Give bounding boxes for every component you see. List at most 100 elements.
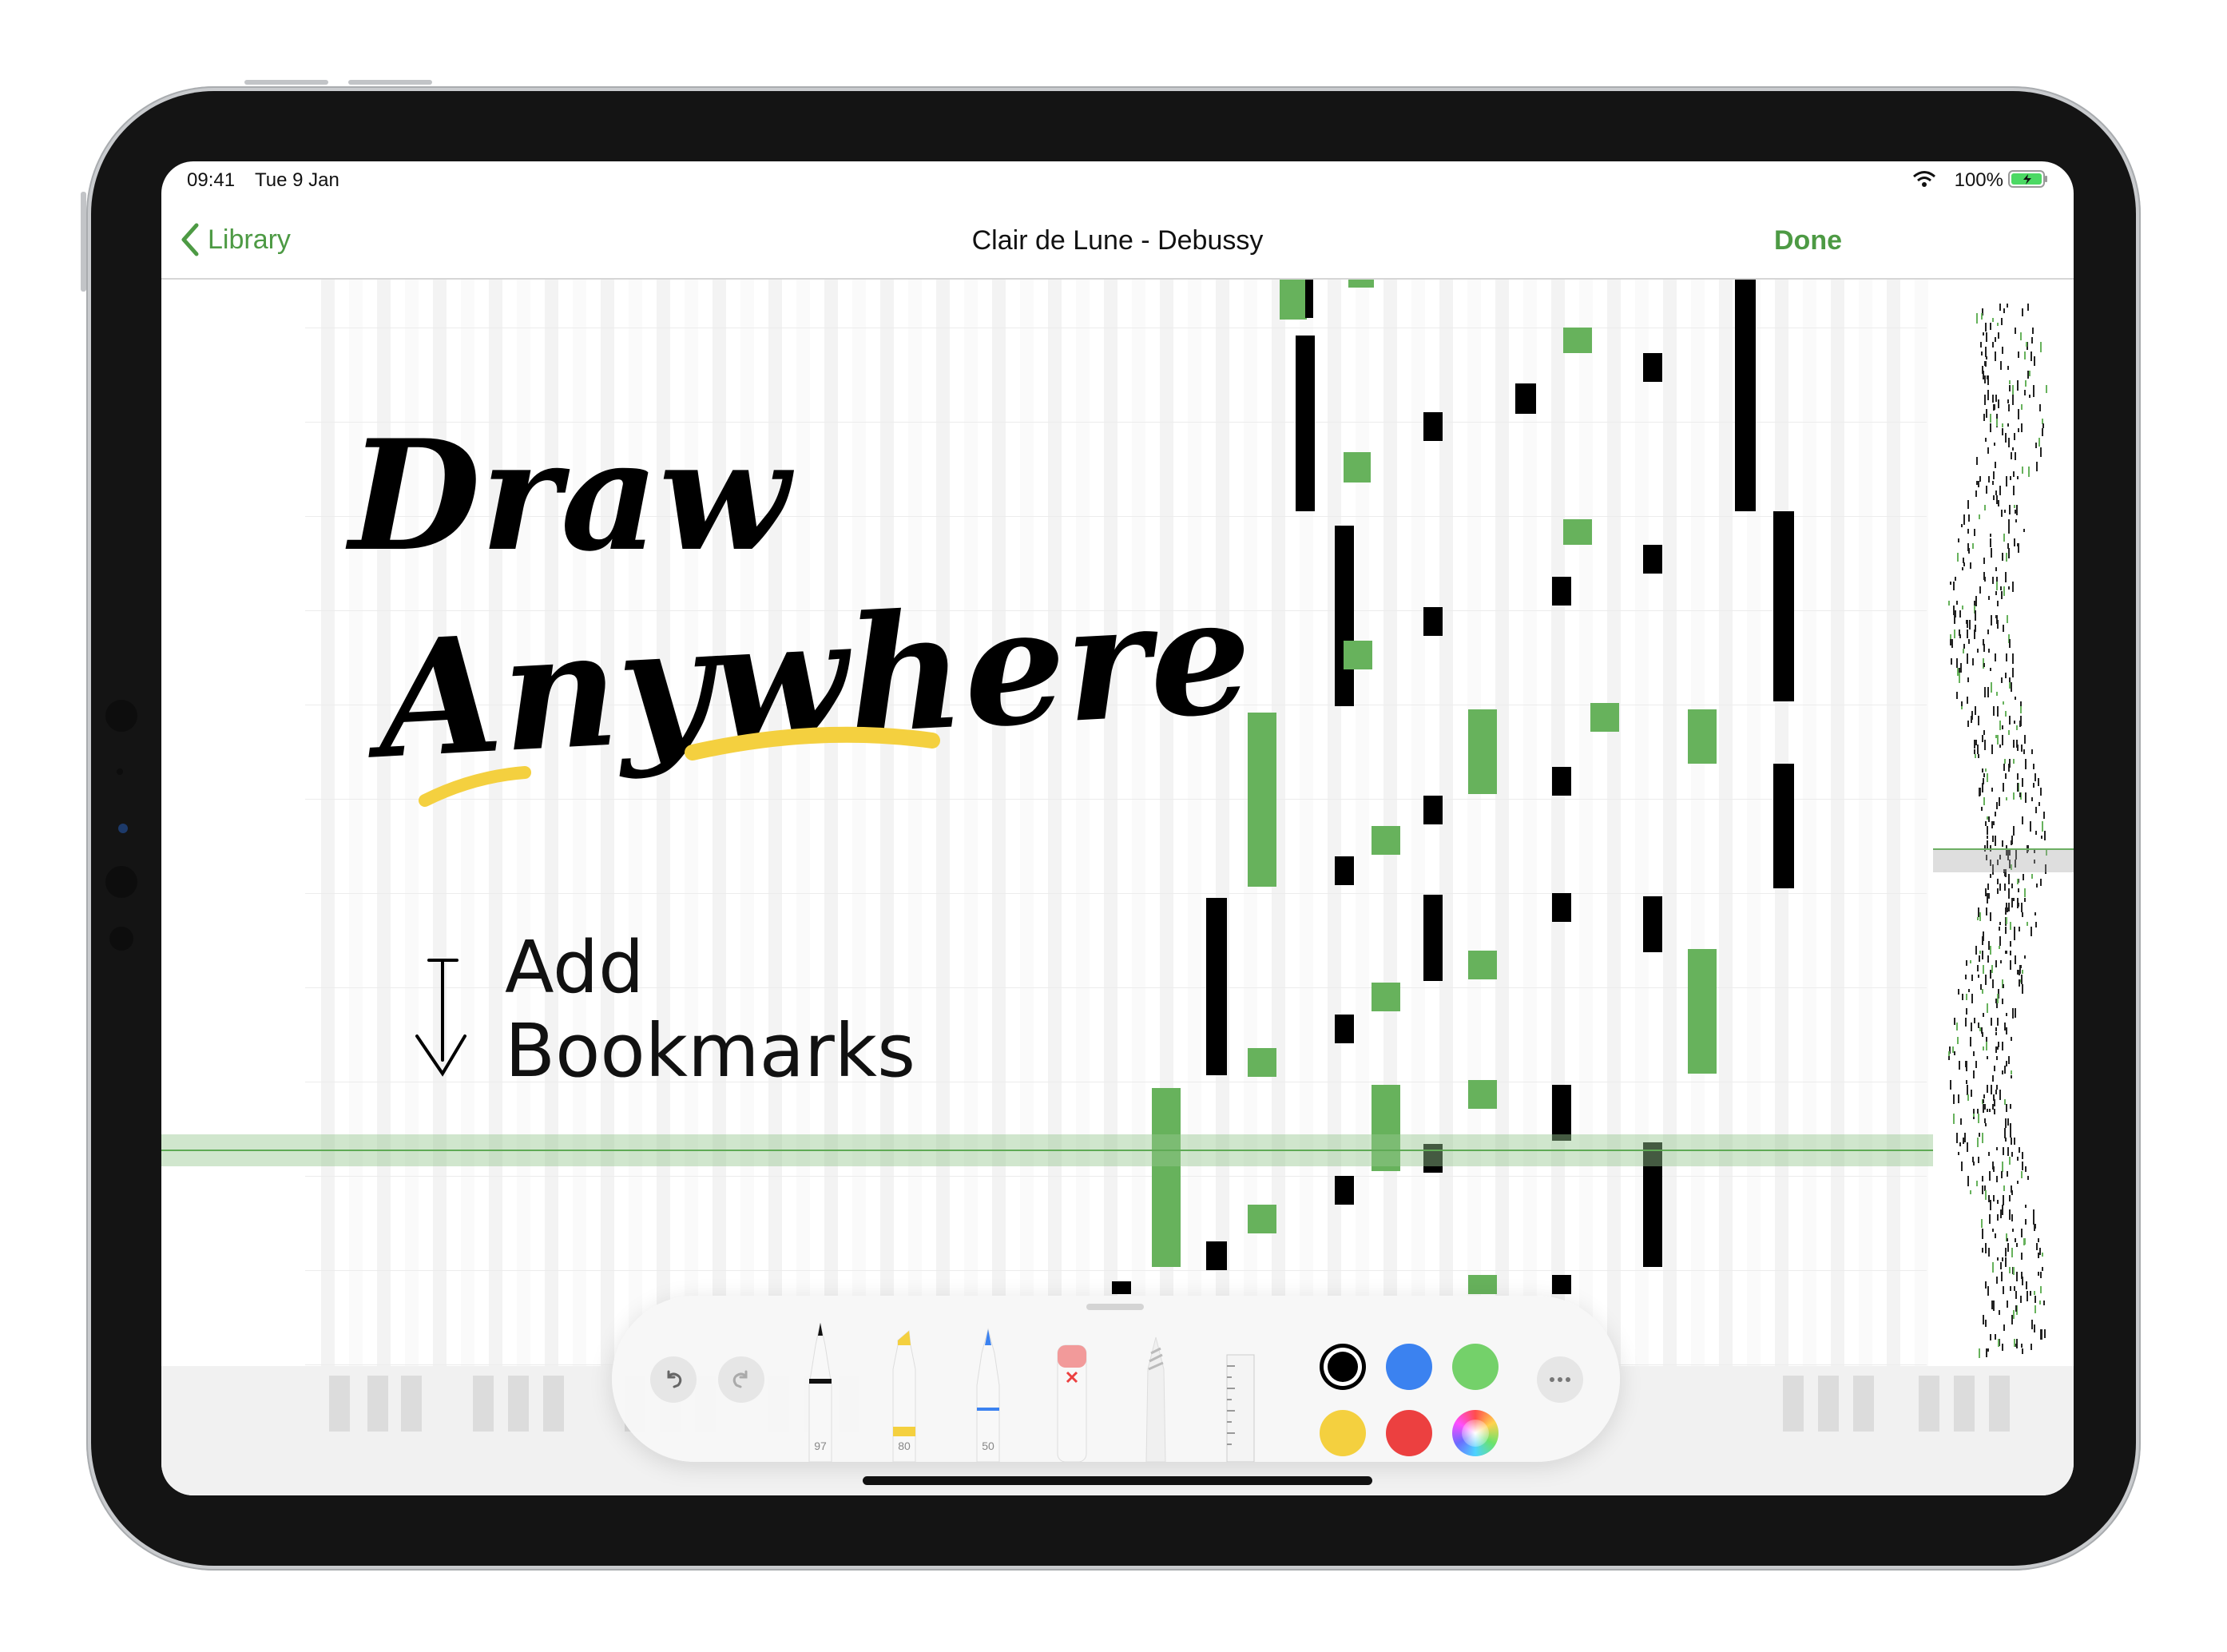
overview-note — [2003, 764, 2005, 771]
overview-note — [2003, 625, 2004, 632]
lasso-tool[interactable] — [1132, 1321, 1180, 1463]
overview-note — [2038, 802, 2040, 806]
overview-note — [1975, 596, 1977, 606]
overview-note — [2030, 821, 2031, 832]
overview-note — [1982, 1229, 1983, 1239]
overview-note — [1973, 1162, 1975, 1166]
overview-position-marker[interactable] — [1933, 848, 2074, 872]
overview-note — [1979, 912, 1981, 921]
color-swatch-green[interactable] — [1452, 1344, 1499, 1390]
overview-note — [2013, 740, 2015, 748]
overview-note — [1983, 1099, 1984, 1103]
overview-note — [1961, 706, 1963, 709]
overview-note — [1989, 1109, 1991, 1112]
overview-note — [1967, 697, 1968, 704]
piano-key[interactable] — [1853, 1376, 1874, 1432]
camera-sensor-3 — [105, 866, 137, 898]
overview-note — [1987, 1003, 1988, 1013]
eraser-tool[interactable] — [1048, 1321, 1096, 1463]
color-swatch-red[interactable] — [1386, 1410, 1432, 1456]
piano-key[interactable] — [473, 1376, 494, 1432]
more-options-button[interactable] — [1537, 1356, 1583, 1403]
score-overview-scrubber[interactable] — [1933, 280, 2074, 1366]
overview-note — [2002, 1344, 2003, 1351]
color-swatch-yellow[interactable] — [1320, 1410, 1366, 1456]
overview-note — [2000, 361, 2002, 370]
overview-note — [1969, 620, 1971, 629]
overview-note — [1992, 577, 1994, 584]
grid-row-line — [305, 987, 1927, 988]
color-picker-spectrum[interactable] — [1452, 1410, 1499, 1456]
piano-key[interactable] — [543, 1376, 564, 1432]
overview-note — [1963, 514, 1965, 525]
note-green — [1563, 519, 1592, 545]
note-black — [1515, 383, 1536, 414]
overview-note — [1967, 1176, 1969, 1186]
overview-note — [1968, 989, 1970, 992]
overview-note — [2007, 907, 2008, 912]
overview-note — [1997, 994, 1999, 1003]
ruler-tool[interactable] — [1216, 1321, 1264, 1463]
overview-note — [2025, 380, 2027, 387]
piano-key[interactable] — [1783, 1376, 1804, 1432]
done-button[interactable]: Done — [1774, 225, 1842, 256]
overview-note — [2039, 1248, 2041, 1255]
overview-note — [1992, 1229, 1994, 1232]
piano-key[interactable] — [329, 1376, 350, 1432]
overview-note — [1995, 1233, 1996, 1238]
overview-note — [2042, 1267, 2043, 1271]
overview-note — [1983, 558, 1985, 564]
overview-note — [2040, 788, 2042, 796]
grid-column — [1020, 280, 1034, 1366]
color-swatch-blue[interactable] — [1386, 1344, 1432, 1390]
color-swatch-black-selected[interactable] — [1320, 1344, 1366, 1390]
overview-note — [1990, 423, 1991, 432]
grid-column — [964, 280, 978, 1366]
overview-note — [2039, 404, 2041, 411]
overview-note — [1968, 639, 1970, 644]
overview-note — [1994, 1066, 1995, 1071]
grid-row-line — [305, 799, 1927, 800]
overview-note — [2036, 884, 2038, 888]
overview-note — [2012, 668, 2014, 677]
overview-note — [2005, 1257, 2007, 1267]
overview-note — [1977, 1138, 1979, 1147]
overview-note — [2013, 1267, 2015, 1275]
palette-grabber[interactable] — [1086, 1304, 1144, 1310]
overview-note — [1992, 1104, 1994, 1110]
highlighter-tool[interactable]: 80 — [880, 1321, 928, 1463]
overview-note — [1993, 1166, 1995, 1172]
piano-key[interactable] — [508, 1376, 529, 1432]
overview-note — [2025, 1219, 2027, 1225]
overview-note — [1997, 1018, 1999, 1026]
overview-note — [2005, 1248, 2007, 1257]
note-green — [1372, 826, 1400, 855]
undo-button[interactable] — [650, 1356, 697, 1403]
overview-note — [1992, 342, 1994, 347]
grid-column — [1719, 280, 1733, 1366]
piano-key[interactable] — [1954, 1376, 1975, 1432]
note-green — [1590, 703, 1619, 732]
piano-key[interactable] — [1919, 1376, 1939, 1432]
grid-column — [1495, 280, 1509, 1366]
pencil-tool[interactable]: 50 — [964, 1321, 1012, 1463]
overview-note — [1990, 970, 1991, 979]
redo-button[interactable] — [718, 1356, 764, 1403]
pen-tool[interactable]: 97 — [796, 1321, 844, 1463]
piano-key[interactable] — [1818, 1376, 1839, 1432]
overview-note — [1956, 1133, 1958, 1143]
overview-note — [2003, 1185, 2005, 1191]
overview-note — [1974, 629, 1975, 639]
piano-key[interactable] — [1989, 1376, 2010, 1432]
piano-key[interactable] — [401, 1376, 422, 1432]
piano-key[interactable] — [367, 1376, 388, 1432]
overview-note — [2022, 778, 2023, 787]
note-black — [1335, 526, 1354, 706]
overview-note — [2012, 385, 2014, 395]
overview-note — [1985, 361, 1987, 367]
overview-note — [1984, 1104, 1986, 1110]
grid-column — [1915, 280, 1928, 1366]
overview-note — [2026, 1281, 2027, 1289]
overview-note — [2022, 1348, 2023, 1354]
overview-note — [1996, 1147, 1998, 1150]
